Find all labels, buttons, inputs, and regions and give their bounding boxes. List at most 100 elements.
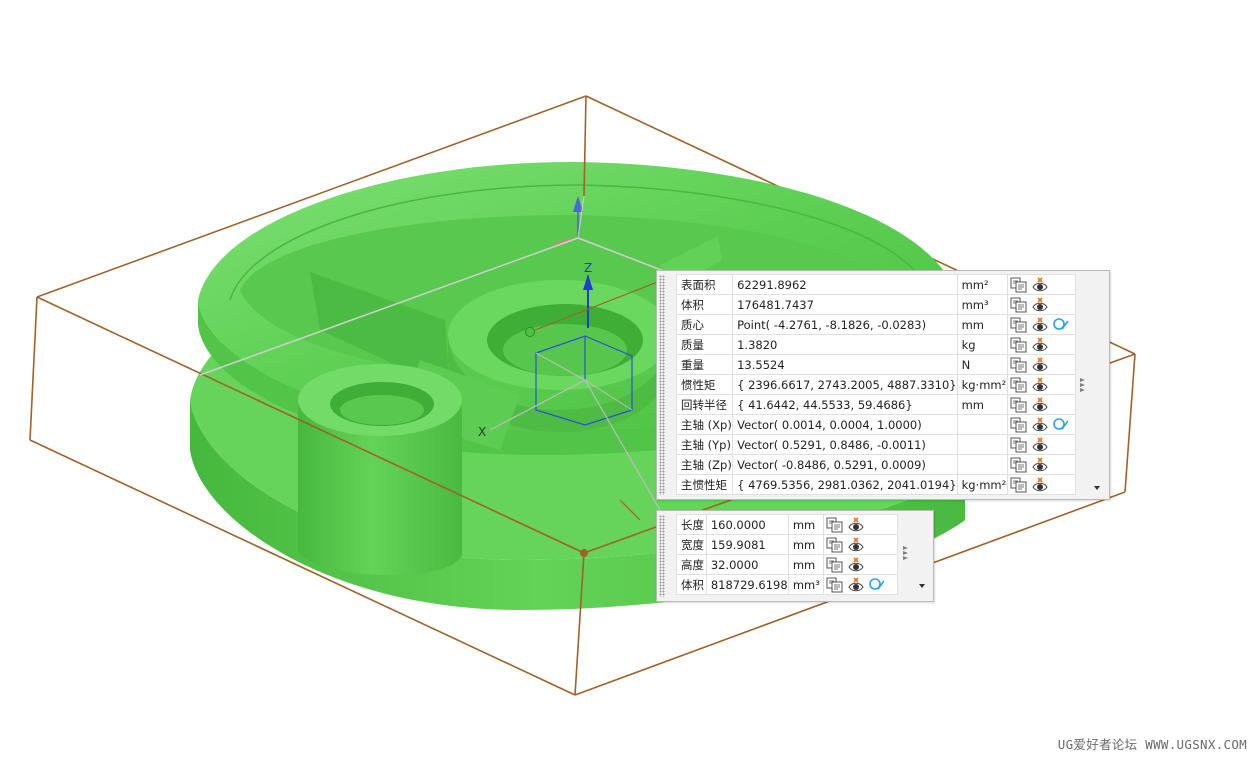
row-value: { 41.6442, 44.5533, 59.4686} xyxy=(732,394,958,415)
row-unit[interactable]: N xyxy=(956,354,1008,375)
row-label: 体积 xyxy=(676,574,707,595)
copy-to-clipboard-icon[interactable] xyxy=(826,577,844,593)
table-row[interactable]: 体积 818729.6198 mm³ xyxy=(676,574,898,595)
copy-to-clipboard-icon[interactable] xyxy=(1010,277,1028,293)
row-value: 1.3820 xyxy=(732,334,958,355)
copy-to-clipboard-icon[interactable] xyxy=(1010,357,1028,373)
row-actions xyxy=(1006,414,1077,435)
table-row[interactable]: 质心 Point( -4.2761, -8.1826, -0.0283) mm xyxy=(675,314,1077,335)
boss-bore-floor xyxy=(340,395,424,425)
row-label: 主轴 (Xp) xyxy=(675,414,734,435)
row-label: 表面积 xyxy=(675,274,734,295)
copy-to-clipboard-icon[interactable] xyxy=(1010,377,1028,393)
panel-grip[interactable] xyxy=(659,515,665,597)
expand-arrows-icon[interactable] xyxy=(903,546,911,566)
row-value: 62291.8962 xyxy=(732,274,958,295)
x-axis-label: X xyxy=(478,425,486,439)
row-unit[interactable]: mm xyxy=(787,554,825,575)
row-unit[interactable]: mm xyxy=(787,514,825,535)
row-value: { 2396.6617, 2743.2005, 4887.3310} xyxy=(732,374,958,395)
copy-to-clipboard-icon[interactable] xyxy=(1010,317,1028,333)
show-hide-eye-icon[interactable] xyxy=(1031,316,1049,333)
copy-to-clipboard-icon[interactable] xyxy=(1010,297,1028,313)
copy-to-clipboard-icon[interactable] xyxy=(826,557,844,573)
show-hide-eye-icon[interactable] xyxy=(1031,356,1049,373)
copy-to-clipboard-icon[interactable] xyxy=(1010,337,1028,353)
copy-to-clipboard-icon[interactable] xyxy=(1010,397,1028,413)
centroid-point[interactable] xyxy=(525,327,535,337)
show-hide-eye-icon[interactable] xyxy=(1031,276,1049,293)
copy-to-clipboard-icon[interactable] xyxy=(1010,437,1028,453)
copy-to-clipboard-icon[interactable] xyxy=(1010,477,1028,493)
table-row[interactable]: 表面积 62291.8962 mm² xyxy=(675,274,1077,295)
row-unit[interactable] xyxy=(956,414,1008,435)
bounding-box-panel: 长度 160.0000 mm 宽度 159.9081 mm 高度 32.0000 mm 体积 818… xyxy=(656,510,934,602)
row-unit[interactable]: mm³ xyxy=(787,574,825,595)
row-actions xyxy=(823,554,898,575)
table-row[interactable]: 惯性矩{ 2396.6617, 2743.2005, 4887.3310} kg·… xyxy=(675,374,1077,395)
show-hide-eye-icon[interactable] xyxy=(847,556,865,573)
row-value: 176481.7437 xyxy=(732,294,958,315)
table-row[interactable]: 体积 176481.7437 mm³ xyxy=(675,294,1077,315)
show-hide-eye-icon[interactable] xyxy=(847,536,865,553)
table-row[interactable]: 长度 160.0000 mm xyxy=(676,514,898,535)
row-unit[interactable]: kg·mm² xyxy=(956,374,1008,395)
table-row[interactable]: 回转半径{ 41.6442, 44.5533, 59.4686} mm xyxy=(675,394,1077,415)
show-hide-eye-icon[interactable] xyxy=(1031,376,1049,393)
show-hide-eye-icon[interactable] xyxy=(1031,436,1049,453)
show-hide-eye-icon[interactable] xyxy=(1031,456,1049,473)
show-hide-eye-icon[interactable] xyxy=(1031,476,1049,493)
row-unit[interactable]: mm xyxy=(787,534,825,555)
copy-to-clipboard-icon[interactable] xyxy=(1010,417,1028,433)
panel-dropdown-icon[interactable] xyxy=(919,584,925,588)
row-unit[interactable]: mm xyxy=(956,314,1008,335)
table-row[interactable]: 宽度 159.9081 mm xyxy=(676,534,898,555)
show-hide-eye-icon[interactable] xyxy=(1031,396,1049,413)
show-hide-eye-icon[interactable] xyxy=(847,516,865,533)
show-hide-eye-icon[interactable] xyxy=(1031,416,1049,433)
row-actions xyxy=(1006,394,1077,415)
row-unit[interactable]: kg xyxy=(956,334,1008,355)
table-row[interactable]: 主轴 (Yp) Vector( 0.5291, 0.8486, -0.0011) xyxy=(675,434,1077,455)
row-label: 主轴 (Yp) xyxy=(675,434,734,455)
panel-grip[interactable] xyxy=(659,275,665,495)
row-label: 重量 xyxy=(675,354,734,375)
row-label: 主惯性矩 xyxy=(675,474,734,495)
panel-dropdown-icon[interactable] xyxy=(1094,486,1100,490)
mass-properties-table: 表面积 62291.8962 mm² 体积 176481.7437 mm³ 质心 Point(… xyxy=(675,274,1077,495)
row-actions xyxy=(823,574,898,595)
table-row[interactable]: 重量 13.5524 N xyxy=(675,354,1077,375)
bounding-box-table: 长度 160.0000 mm 宽度 159.9081 mm 高度 32.0000 mm 体积 818… xyxy=(676,514,898,595)
row-label: 主轴 (Zp) xyxy=(675,454,734,475)
copy-to-clipboard-icon[interactable] xyxy=(1010,457,1028,473)
table-row[interactable]: 主轴 (Xp) Vector( 0.0014, 0.0004, 1.0000) xyxy=(675,414,1077,435)
filter-icon[interactable] xyxy=(1052,417,1070,433)
expand-arrows-icon[interactable] xyxy=(1080,378,1088,398)
show-hide-eye-icon[interactable] xyxy=(1031,336,1049,353)
copy-to-clipboard-icon[interactable] xyxy=(826,537,844,553)
row-actions xyxy=(1006,474,1077,495)
filter-icon[interactable] xyxy=(1052,317,1070,333)
row-unit[interactable]: mm³ xyxy=(956,294,1008,315)
row-unit[interactable]: mm xyxy=(956,394,1008,415)
row-value: 160.0000 xyxy=(705,514,789,535)
show-hide-eye-icon[interactable] xyxy=(847,576,865,593)
row-actions xyxy=(1006,334,1077,355)
row-label: 长度 xyxy=(676,514,707,535)
row-actions xyxy=(1006,374,1077,395)
box-corner-point[interactable] xyxy=(580,549,588,557)
show-hide-eye-icon[interactable] xyxy=(1031,296,1049,313)
table-row[interactable]: 主惯性矩{ 4769.5356, 2981.0362, 2041.0194} kg… xyxy=(675,474,1077,495)
table-row[interactable]: 质量 1.3820 kg xyxy=(675,334,1077,355)
row-value: Vector( 0.5291, 0.8486, -0.0011) xyxy=(732,434,958,455)
row-unit[interactable]: mm² xyxy=(956,274,1008,295)
filter-icon[interactable] xyxy=(868,577,886,593)
row-actions xyxy=(1006,454,1077,475)
row-unit[interactable] xyxy=(956,434,1008,455)
row-value: Vector( 0.0014, 0.0004, 1.0000) xyxy=(732,414,958,435)
table-row[interactable]: 高度 32.0000 mm xyxy=(676,554,898,575)
row-unit[interactable] xyxy=(956,454,1008,475)
table-row[interactable]: 主轴 (Zp) Vector( -0.8486, 0.5291, 0.0009) xyxy=(675,454,1077,475)
row-unit[interactable]: kg·mm² xyxy=(956,474,1008,495)
copy-to-clipboard-icon[interactable] xyxy=(826,517,844,533)
